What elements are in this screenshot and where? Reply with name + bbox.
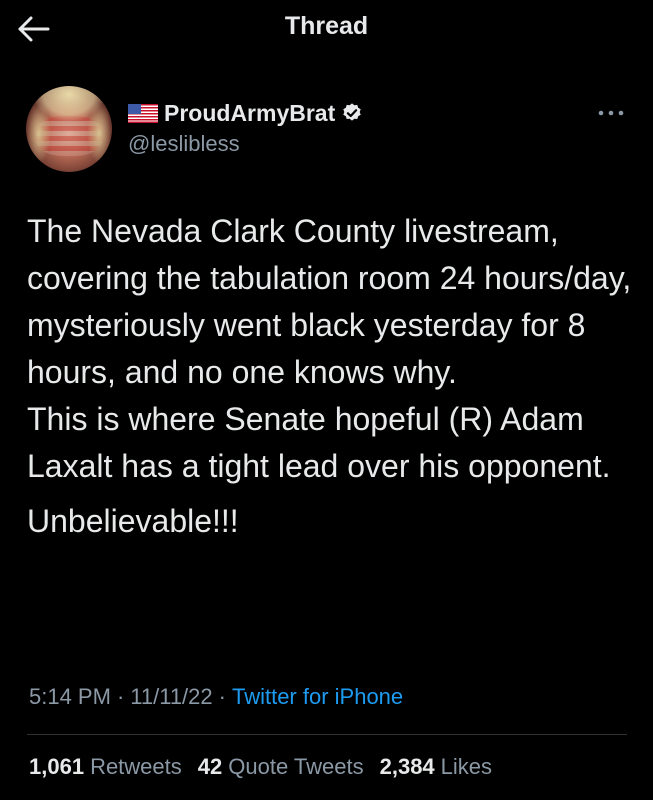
author-handle[interactable]: @leslibless <box>128 131 240 157</box>
author-display-name[interactable]: ProudArmyBrat <box>164 100 335 127</box>
retweets-count: 1,061 <box>29 754 85 779</box>
verified-badge-icon <box>343 103 361 121</box>
tweet-text: The Nevada Clark County livestream, cove… <box>27 208 637 545</box>
us-flag-icon <box>128 103 158 123</box>
thread-header: Thread <box>0 0 653 56</box>
quote-tweets-count: 42 <box>197 754 223 779</box>
likes-count: 2,384 <box>379 754 435 779</box>
quote-tweets-label: Quote Tweets <box>228 754 364 779</box>
author-name-row: ProudArmyBrat <box>128 99 363 127</box>
likes-stat[interactable]: 2,384 Likes <box>380 754 492 780</box>
tweet-meta: 5:14 PM · 11/11/22 · Twitter for iPhone <box>29 684 403 710</box>
profile-avatar[interactable] <box>26 86 112 172</box>
likes-label: Likes <box>440 754 493 779</box>
tweet-stats: 1,061 Retweets 42 Quote Tweets 2,384 Lik… <box>29 754 508 780</box>
tweet-paragraph: This is where Senate hopeful (R) Adam La… <box>27 401 611 484</box>
more-dots-icon[interactable] <box>596 106 626 120</box>
tweet-paragraph: Unbelievable!!! <box>27 503 239 539</box>
retweets-stat[interactable]: 1,061 Retweets <box>29 754 182 780</box>
retweets-label: Retweets <box>90 754 182 779</box>
meta-separator: · <box>116 684 125 709</box>
divider <box>27 734 627 735</box>
page-title: Thread <box>284 12 369 40</box>
tweet-source-link[interactable]: Twitter for iPhone <box>232 684 403 710</box>
tweet-date[interactable]: 11/11/22 <box>130 684 212 710</box>
tweet-paragraph: The Nevada Clark County livestream, cove… <box>27 213 632 390</box>
meta-separator: · <box>218 684 226 709</box>
tweet-time[interactable]: 5:14 PM <box>29 684 111 710</box>
quote-tweets-stat[interactable]: 42 Quote Tweets <box>198 754 364 780</box>
